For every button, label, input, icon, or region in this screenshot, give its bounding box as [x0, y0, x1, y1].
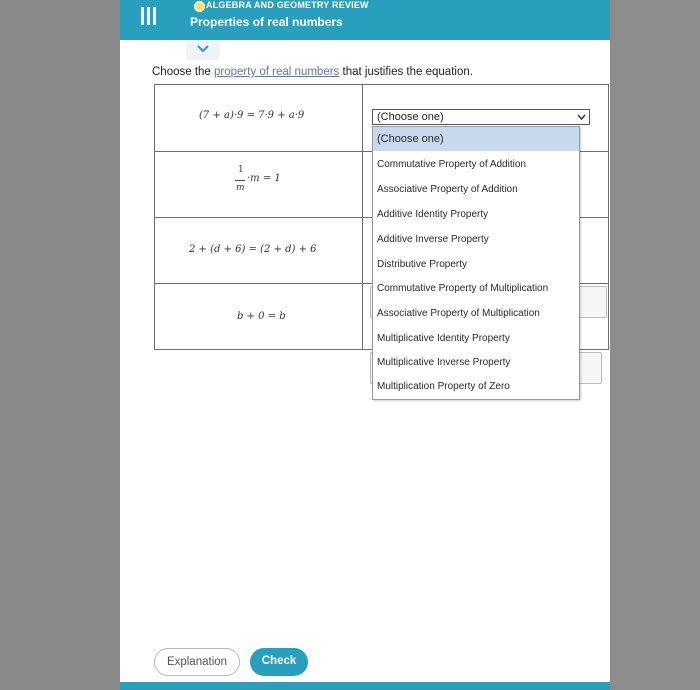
- menu-icon[interactable]: [138, 7, 158, 29]
- option-multiplication-zero[interactable]: Multiplication Property of Zero: [373, 375, 579, 399]
- instruction-text-after: that justifies the equation.: [339, 66, 473, 78]
- equation-text: (7 + a)·9 = 7·9 + a·9: [199, 110, 305, 121]
- option-associative-addition[interactable]: Associative Property of Addition: [373, 178, 579, 202]
- chevron-down-icon: [197, 45, 209, 53]
- check-button[interactable]: Check: [250, 648, 308, 676]
- photo-background-left: [0, 0, 120, 690]
- equation-text: b + 0 = b: [237, 311, 286, 322]
- check-button-label: Check: [261, 655, 297, 667]
- option-associative-multiplication[interactable]: Associative Property of Multiplication: [373, 302, 579, 326]
- explanation-button[interactable]: Explanation: [154, 648, 240, 676]
- question-instruction: Choose the property of real numbers that…: [152, 66, 473, 78]
- option-multiplicative-identity[interactable]: Multiplicative Identity Property: [373, 327, 579, 351]
- equation-text: 2 + (d + 6) = (2 + d) + 6: [189, 244, 317, 255]
- option-commutative-addition[interactable]: Commutative Property of Addition: [373, 153, 579, 177]
- select-current-value: (Choose one): [377, 111, 444, 123]
- option-distributive[interactable]: Distributive Property: [373, 253, 579, 277]
- table-column-divider: [362, 85, 363, 349]
- topic-status-icon: [194, 1, 205, 12]
- fraction-numerator: 1: [238, 165, 244, 175]
- bottom-bar: [120, 682, 610, 690]
- collapse-toggle[interactable]: [186, 40, 220, 60]
- page-title: Properties of real numbers: [190, 15, 343, 29]
- option-additive-identity[interactable]: Additive Identity Property: [373, 203, 579, 227]
- photo-background-right: [610, 0, 700, 690]
- option-choose-one[interactable]: (Choose one): [373, 127, 579, 151]
- fraction-bar: [235, 180, 245, 181]
- property-options-list: (Choose one) Commutative Property of Add…: [372, 126, 580, 400]
- option-commutative-multiplication[interactable]: Commutative Property of Multiplication: [373, 277, 579, 301]
- app-screen: ALGEBRA AND GEOMETRY REVIEW Properties o…: [120, 0, 610, 690]
- properties-link[interactable]: property of real numbers: [214, 66, 339, 78]
- equation-text: ·m = 1: [247, 173, 281, 184]
- option-multiplicative-inverse[interactable]: Multiplicative Inverse Property: [373, 351, 579, 375]
- app-header: ALGEBRA AND GEOMETRY REVIEW Properties o…: [120, 0, 610, 40]
- topic-label: ALGEBRA AND GEOMETRY REVIEW: [206, 0, 369, 10]
- chevron-down-icon: [577, 114, 586, 121]
- option-additive-inverse[interactable]: Additive Inverse Property: [373, 228, 579, 252]
- fraction-denominator: m: [236, 183, 245, 193]
- mouse-cursor-icon: [552, 110, 558, 120]
- explanation-button-label: Explanation: [166, 656, 228, 668]
- instruction-text-before: Choose the: [152, 66, 215, 78]
